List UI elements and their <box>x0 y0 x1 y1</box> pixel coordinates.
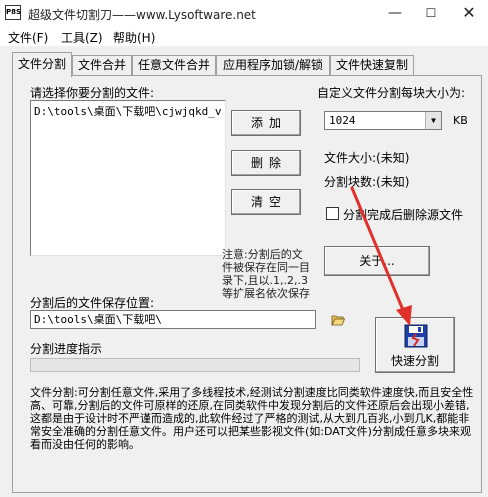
split-description: 文件分割:可分割任意文件,采用了多线程技术,经测试分割速度比同类软件速度快,而且… <box>30 386 474 451</box>
chevron-down-icon[interactable]: ▼ <box>425 112 441 129</box>
maximize-button[interactable]: ☐ <box>414 0 448 26</box>
tab-file-merge[interactable]: 文件合并 <box>72 55 132 76</box>
app-icon: P8S <box>5 5 21 20</box>
progress-label: 分割进度指示 <box>30 342 103 356</box>
disk-split-icon <box>404 324 428 348</box>
about-button[interactable]: 关于... <box>324 246 430 276</box>
file-listbox[interactable]: D:\tools\桌面\下载吧\cjwjqkd_v <box>30 100 226 256</box>
tab-app-lock[interactable]: 应用程序加锁/解锁 <box>216 55 330 76</box>
clear-button[interactable]: 清空 <box>231 189 301 215</box>
minimize-button[interactable]: — <box>378 0 412 26</box>
folder-open-icon[interactable] <box>331 314 345 326</box>
delete-button[interactable]: 删除 <box>231 150 301 176</box>
list-item[interactable]: D:\tools\桌面\下载吧\cjwjqkd_v <box>34 103 222 119</box>
delete-source-label: 分割完成后删除源文件 <box>343 208 464 222</box>
add-button[interactable]: 添加 <box>231 110 301 136</box>
chunk-size-label: 自定义文件分割每块大小为: <box>317 86 466 100</box>
chunk-count-label: 分割块数:(未知) <box>324 175 410 189</box>
close-button[interactable]: ✕ <box>452 0 486 26</box>
menu-file[interactable]: 文件(F) <box>8 29 48 46</box>
select-file-label: 请选择你要分割的文件: <box>30 86 155 100</box>
tab-file-split[interactable]: 文件分割 <box>12 52 72 77</box>
title-bar: P8S 超级文件切割刀——www.Lysoftware.net — ☐ ✕ <box>0 0 488 26</box>
split-progress-bar <box>30 358 360 372</box>
split-note: 注意:分割后的文件被保存在同一目录下,且以.1,.2,.3等扩展名依次保存 <box>222 248 310 300</box>
split-panel: 请选择你要分割的文件: D:\tools\桌面\下载吧\cjwjqkd_v 添加… <box>12 75 482 493</box>
tab-any-file-merge[interactable]: 任意文件合并 <box>132 55 216 76</box>
fast-split-label: 快速分割 <box>390 354 439 368</box>
save-location-label: 分割后的文件保存位置: <box>30 296 155 310</box>
fast-split-button[interactable]: 快速分割 <box>375 317 455 373</box>
client-area: 文件分割 文件合并 任意文件合并 应用程序加锁/解锁 文件快速复制 请选择你要分… <box>0 46 488 497</box>
tab-strip: 文件分割 文件合并 任意文件合并 应用程序加锁/解锁 文件快速复制 <box>12 52 482 77</box>
tab-fast-copy[interactable]: 文件快速复制 <box>330 55 414 76</box>
chunk-unit-label: KB <box>453 114 468 127</box>
save-path-input[interactable]: D:\tools\桌面\下载吧\ <box>30 310 316 329</box>
chunk-size-value: 1024 <box>329 114 356 127</box>
file-size-label: 文件大小:(未知) <box>324 151 410 165</box>
menu-bar: 文件(F) 工具(Z) 帮助(H) <box>0 26 488 46</box>
menu-help[interactable]: 帮助(H) <box>113 29 155 46</box>
delete-source-checkbox[interactable] <box>326 207 339 220</box>
chunk-size-select[interactable]: 1024 ▼ <box>324 111 442 130</box>
window-title: 超级文件切割刀——www.Lysoftware.net <box>28 8 256 22</box>
menu-tools[interactable]: 工具(Z) <box>61 29 103 46</box>
